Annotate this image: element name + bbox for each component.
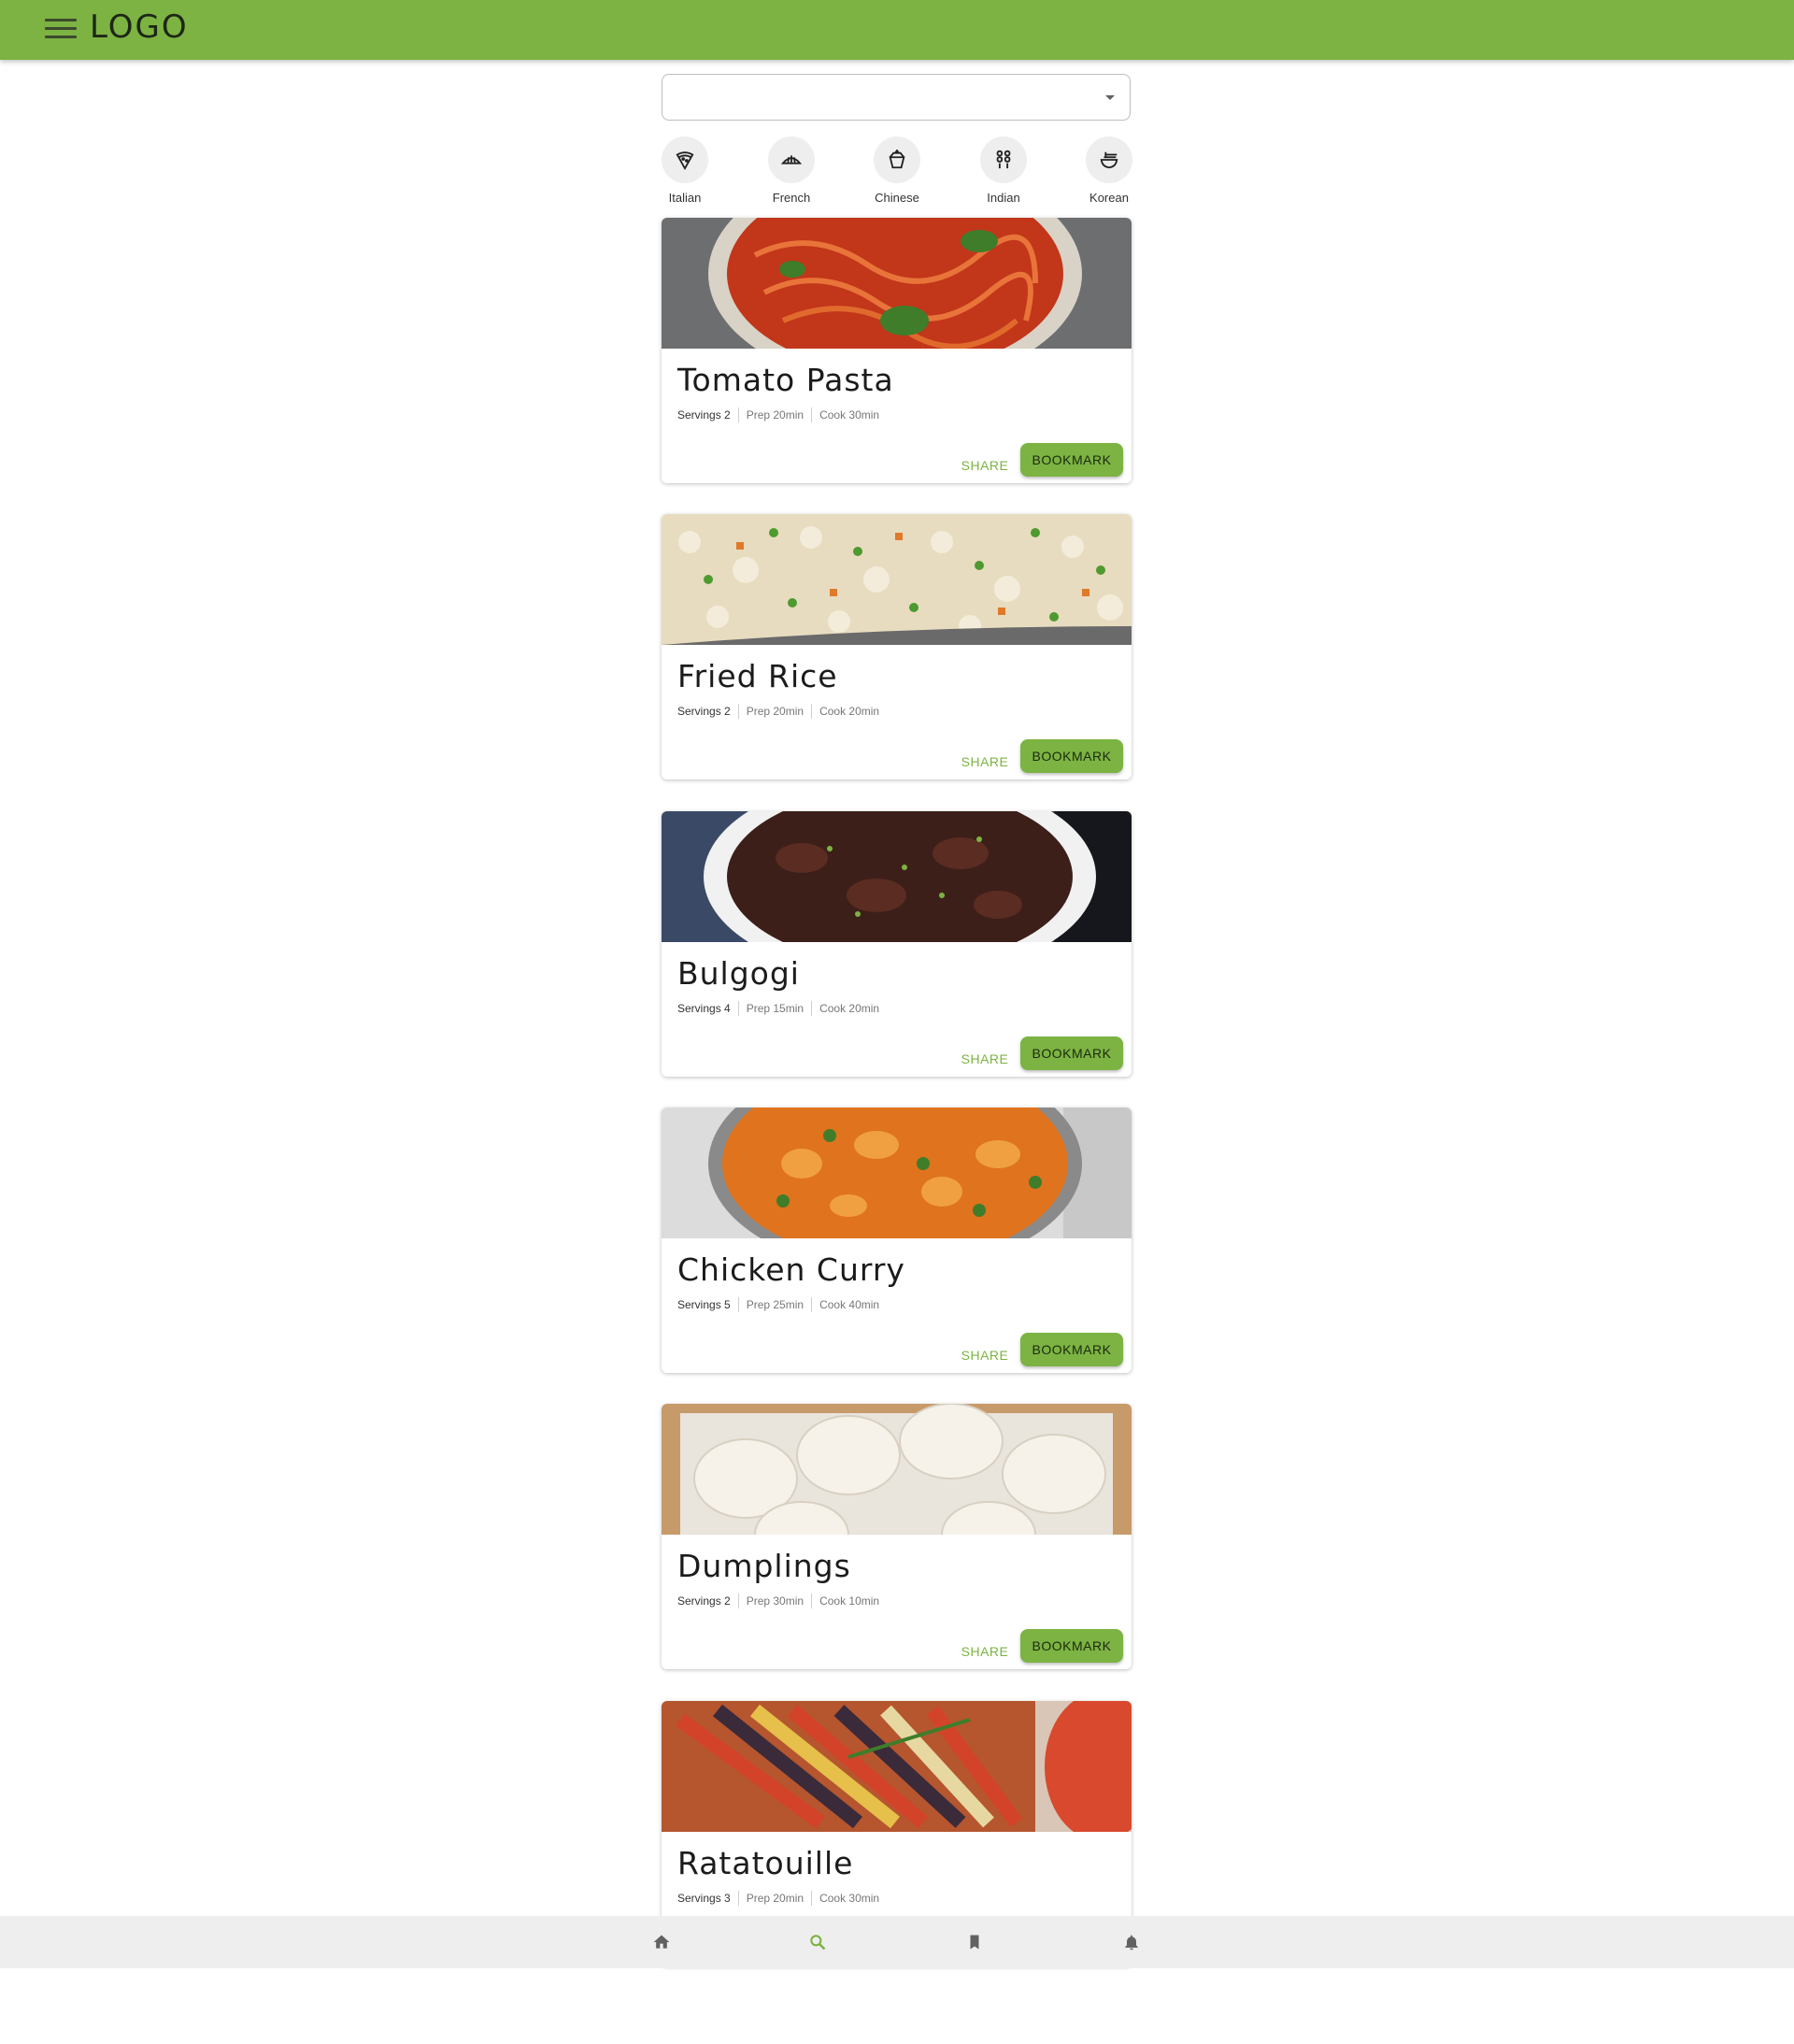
recipe-title: Dumplings bbox=[677, 1548, 851, 1584]
prep-time: Prep 30min bbox=[737, 1594, 811, 1608]
recipe-meta: Servings 2 Prep 30min Cook 10min bbox=[677, 1594, 887, 1608]
nav-bookmarks[interactable] bbox=[956, 1927, 993, 1957]
bottom-navigation bbox=[0, 1916, 1794, 1968]
share-button[interactable]: SHARE bbox=[951, 1636, 1018, 1667]
cook-time: Cook 10min bbox=[811, 1594, 887, 1608]
recipe-meta: Servings 4 Prep 15min Cook 20min bbox=[677, 1001, 887, 1016]
category-label: Korean bbox=[1089, 191, 1129, 205]
category-label: Italian bbox=[668, 191, 702, 205]
recipe-image bbox=[662, 1108, 1132, 1238]
recipe-image bbox=[662, 1701, 1132, 1832]
share-button[interactable]: SHARE bbox=[951, 450, 1018, 481]
croissant-icon bbox=[768, 136, 815, 183]
prep-time: Prep 25min bbox=[737, 1297, 811, 1312]
recipe-card-chicken-curry[interactable]: Chicken Curry Servings 5 Prep 25min Cook… bbox=[662, 1108, 1132, 1373]
recipe-image bbox=[662, 218, 1132, 349]
prep-time: Prep 20min bbox=[737, 1891, 811, 1906]
prep-time: Prep 20min bbox=[737, 407, 811, 422]
nav-search[interactable] bbox=[799, 1927, 836, 1957]
category-chinese[interactable]: Chinese bbox=[860, 136, 934, 205]
recipe-card-dumplings[interactable]: Dumplings Servings 2 Prep 30min Cook 10m… bbox=[662, 1404, 1132, 1669]
recipe-image bbox=[662, 1404, 1132, 1535]
bookmark-button[interactable]: BOOKMARK bbox=[1020, 739, 1123, 773]
kebab-icon bbox=[980, 136, 1027, 183]
recipe-meta: Servings 2 Prep 20min Cook 30min bbox=[677, 407, 887, 422]
recipe-meta: Servings 5 Prep 25min Cook 40min bbox=[677, 1297, 887, 1312]
servings: Servings 3 bbox=[677, 1892, 731, 1905]
category-label: French bbox=[772, 191, 811, 205]
cook-time: Cook 30min bbox=[811, 407, 887, 422]
bookmark-button[interactable]: BOOKMARK bbox=[1020, 1629, 1123, 1663]
search-select[interactable] bbox=[662, 74, 1131, 121]
bookmark-icon bbox=[970, 1935, 979, 1950]
prep-time: Prep 20min bbox=[737, 704, 811, 719]
servings: Servings 2 bbox=[677, 1594, 731, 1608]
recipe-card-bulgogi[interactable]: Bulgogi Servings 4 Prep 15min Cook 20min… bbox=[662, 811, 1132, 1077]
recipe-card-tomato-pasta[interactable]: Tomato Pasta Servings 2 Prep 20min Cook … bbox=[662, 218, 1132, 483]
servings: Servings 2 bbox=[677, 705, 731, 718]
category-italian[interactable]: Italian bbox=[648, 136, 722, 205]
bell-icon bbox=[1125, 1935, 1138, 1951]
cook-time: Cook 40min bbox=[811, 1297, 887, 1312]
bookmark-button[interactable]: BOOKMARK bbox=[1020, 443, 1123, 477]
nav-home[interactable] bbox=[643, 1927, 680, 1957]
servings: Servings 5 bbox=[677, 1298, 731, 1311]
recipe-title: Bulgogi bbox=[677, 955, 800, 992]
recipe-title: Fried Rice bbox=[677, 658, 838, 694]
menu-icon[interactable] bbox=[45, 19, 77, 43]
search-icon bbox=[810, 1935, 826, 1951]
nav-notifications[interactable] bbox=[1113, 1927, 1150, 1957]
recipe-title: Chicken Curry bbox=[677, 1251, 905, 1288]
recipe-meta: Servings 2 Prep 20min Cook 20min bbox=[677, 704, 887, 719]
category-indian[interactable]: Indian bbox=[966, 136, 1041, 205]
recipe-title: Tomato Pasta bbox=[677, 362, 894, 398]
category-korean[interactable]: Korean bbox=[1072, 136, 1146, 205]
recipe-meta: Servings 3 Prep 20min Cook 30min bbox=[677, 1891, 887, 1906]
share-button[interactable]: SHARE bbox=[951, 1043, 1018, 1075]
category-label: Indian bbox=[987, 191, 1020, 205]
app-bar: LOGO bbox=[0, 0, 1794, 60]
share-button[interactable]: SHARE bbox=[951, 1339, 1018, 1371]
cook-time: Cook 20min bbox=[811, 704, 887, 719]
recipe-title: Ratatouille bbox=[677, 1845, 854, 1881]
servings: Servings 4 bbox=[677, 1002, 731, 1015]
bookmark-button[interactable]: BOOKMARK bbox=[1020, 1036, 1123, 1070]
logo[interactable]: LOGO bbox=[90, 8, 189, 46]
recipe-image bbox=[662, 514, 1132, 645]
category-label: Chinese bbox=[875, 191, 919, 205]
bookmark-button[interactable]: BOOKMARK bbox=[1020, 1333, 1123, 1366]
category-french[interactable]: French bbox=[754, 136, 829, 205]
home-icon bbox=[653, 1935, 670, 1949]
cook-time: Cook 30min bbox=[811, 1891, 887, 1906]
ramen-bowl-icon bbox=[1086, 136, 1132, 183]
recipe-image bbox=[662, 811, 1132, 942]
recipe-card-fried-rice[interactable]: Fried Rice Servings 2 Prep 20min Cook 20… bbox=[662, 514, 1132, 779]
pizza-icon bbox=[662, 136, 708, 183]
takeout-box-icon bbox=[874, 136, 920, 183]
cook-time: Cook 20min bbox=[811, 1001, 887, 1016]
prep-time: Prep 15min bbox=[737, 1001, 811, 1016]
chevron-down-icon bbox=[1105, 95, 1115, 100]
share-button[interactable]: SHARE bbox=[951, 746, 1018, 778]
servings: Servings 2 bbox=[677, 408, 731, 422]
